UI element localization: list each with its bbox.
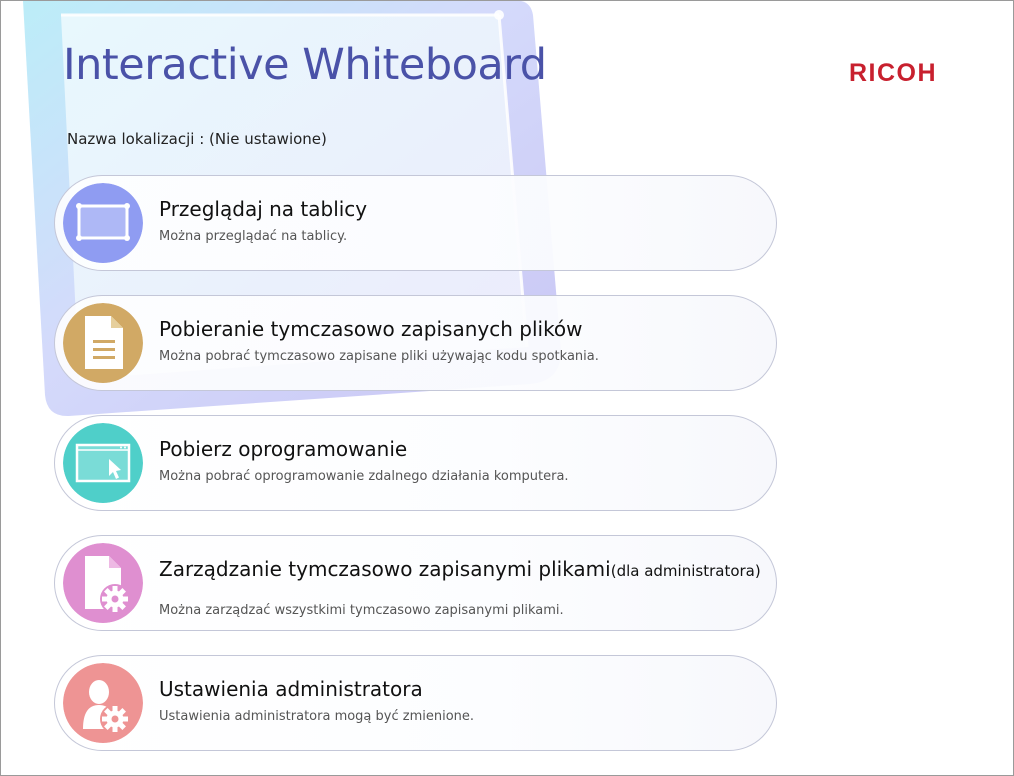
admin-gear-icon xyxy=(63,663,143,743)
menu-item-description: Ustawienia administratora mogą być zmien… xyxy=(159,709,475,724)
remote-screen-icon xyxy=(63,423,143,503)
menu-item-title-main: Zarządzanie tymczasowo zapisanymi plikam… xyxy=(159,557,611,581)
menu-item-title: Ustawienia administratora xyxy=(159,677,423,701)
menu-item-description: Można pobrać oprogramowanie zdalnego dzi… xyxy=(159,469,569,484)
document-icon xyxy=(63,303,143,383)
menu-item-title: Pobierz oprogramowanie xyxy=(159,437,408,461)
location-name: Nazwa lokalizacji : (Nie ustawione) xyxy=(67,130,327,148)
menu-item-view-board[interactable]: Przeglądaj na tablicy Można przeglądać n… xyxy=(54,175,777,271)
menu-item-download-software[interactable]: Pobierz oprogramowanie Można pobrać opro… xyxy=(54,415,777,511)
ricoh-logo: RICOH xyxy=(849,59,938,87)
menu-item-description: Można zarządzać wszystkimi tymczasowo za… xyxy=(159,603,564,618)
menu-item-title: Pobieranie tymczasowo zapisanych plików xyxy=(159,317,583,341)
menu-item-title: Przeglądaj na tablicy xyxy=(159,197,368,221)
app-title: Interactive Whiteboard xyxy=(63,40,547,90)
menu-item-download-files[interactable]: Pobieranie tymczasowo zapisanych plików … xyxy=(54,295,777,391)
app-window: Interactive Whiteboard RICOH Nazwa lokal… xyxy=(0,0,1014,776)
menu-item-title: Zarządzanie tymczasowo zapisanymi plikam… xyxy=(159,558,771,582)
menu-item-title-suffix: (dla administratora) xyxy=(610,562,761,580)
menu-item-manage-files[interactable]: Zarządzanie tymczasowo zapisanymi plikam… xyxy=(54,535,777,631)
menu-item-description: Można przeglądać na tablicy. xyxy=(159,229,348,244)
file-gear-icon xyxy=(63,543,143,623)
menu-item-description: Można pobrać tymczasowo zapisane pliki u… xyxy=(159,349,599,364)
whiteboard-icon xyxy=(63,183,143,263)
menu-item-admin-settings[interactable]: Ustawienia administratora Ustawienia adm… xyxy=(54,655,777,751)
